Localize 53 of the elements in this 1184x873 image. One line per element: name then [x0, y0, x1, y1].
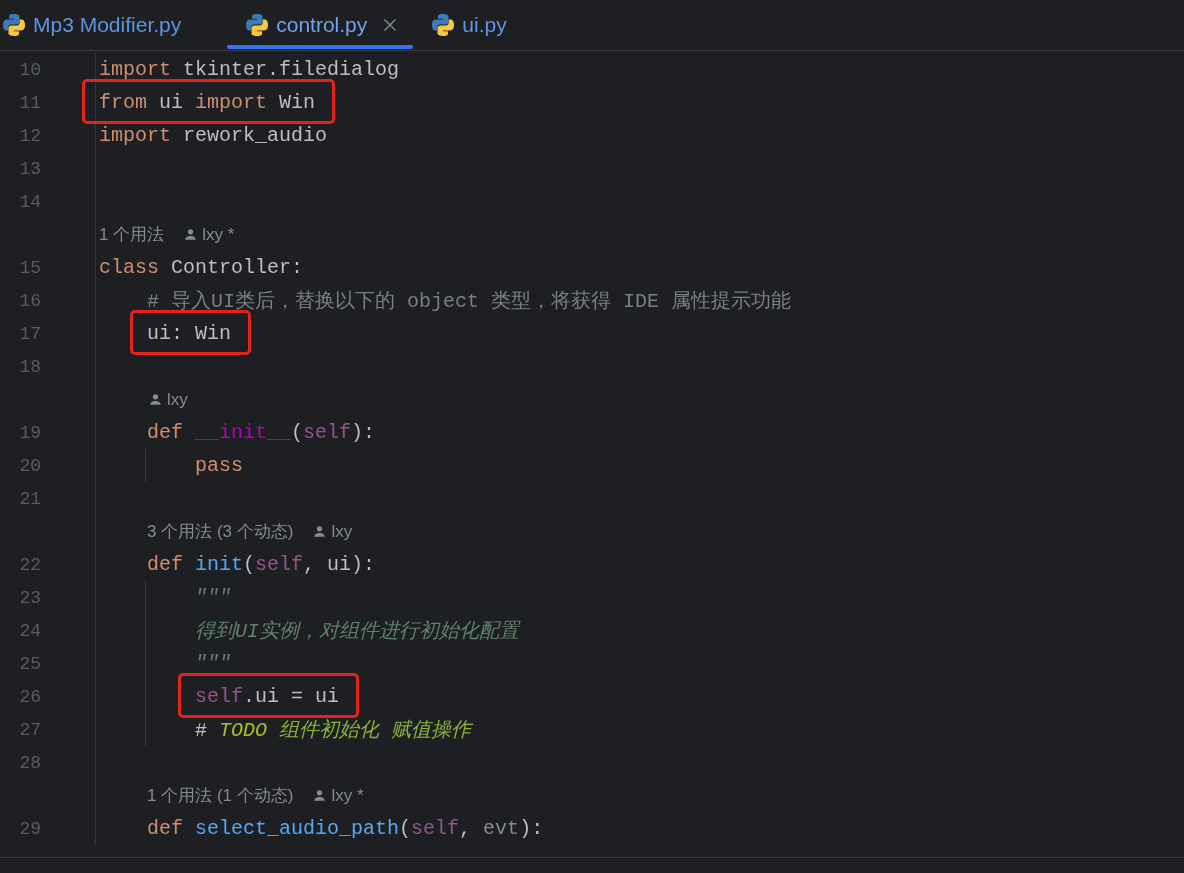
line-number: 19 [19, 422, 41, 443]
line-number: 11 [19, 92, 41, 113]
author-hint[interactable]: lxy * [202, 224, 235, 245]
code-line: # 导入UI类后，替换以下的 object 类型，将获得 IDE 属性提示功能 [147, 289, 792, 314]
line-number: 12 [19, 125, 41, 146]
line-number: 27 [19, 719, 41, 740]
code-line: import tkinter.filedialog [99, 58, 400, 81]
code-line: 得到UI实例，对组件进行初始化配置 [195, 619, 519, 644]
code-line: import rework_audio [99, 124, 328, 147]
code-line: pass [195, 454, 243, 477]
line-number: 21 [19, 488, 41, 509]
person-icon [184, 228, 198, 241]
usages-hint[interactable]: 1 个用法 (1 个动态) [147, 784, 294, 807]
author-hint[interactable]: lxy * [331, 785, 364, 806]
line-number: 23 [19, 587, 41, 608]
code-line: def select_audio_path(self, evt): [147, 817, 544, 840]
line-number: 13 [19, 158, 41, 179]
editor-tab[interactable]: Mp3 Modifier.py [0, 0, 228, 50]
line-number: 15 [19, 257, 41, 278]
code-line: from ui import Win [99, 91, 316, 114]
python-icon [246, 14, 269, 36]
line-number: 20 [19, 455, 41, 476]
code-line: self.ui = ui [195, 685, 340, 708]
code-line: """ [195, 652, 231, 675]
editor-tab[interactable]: ui.py [413, 0, 553, 50]
code-line: def __init__(self): [147, 421, 376, 444]
code-line: def init(self, ui): [147, 553, 376, 576]
line-number: 16 [19, 290, 41, 311]
usages-hint[interactable]: 1 个用法 [99, 223, 165, 246]
code-line: """ [195, 586, 231, 609]
person-icon [313, 525, 327, 538]
usages-hint[interactable]: 3 个用法 (3 个动态) [147, 520, 294, 543]
code-line: # TODO 组件初始化 赋值操作 [195, 718, 472, 743]
code-line: ui: Win [147, 322, 231, 345]
line-number: 28 [19, 752, 41, 773]
line-number: 14 [19, 191, 41, 212]
line-number: 29 [19, 818, 41, 839]
author-hint[interactable]: lxy [331, 521, 353, 542]
line-number: 22 [19, 554, 41, 575]
line-number: 26 [19, 686, 41, 707]
line-number: 24 [19, 620, 41, 641]
python-icon [432, 14, 455, 36]
line-number: 10 [19, 59, 41, 80]
person-icon [149, 393, 162, 406]
line-number: 17 [19, 323, 41, 344]
person-icon [313, 789, 327, 802]
editor-tab[interactable]: control.py [227, 0, 414, 50]
python-icon [3, 14, 25, 36]
author-hint[interactable]: lxy [167, 389, 188, 410]
close-icon[interactable] [383, 18, 398, 32]
line-number: 25 [19, 653, 41, 674]
code-line: class Controller: [99, 256, 304, 279]
line-number: 18 [19, 356, 41, 377]
